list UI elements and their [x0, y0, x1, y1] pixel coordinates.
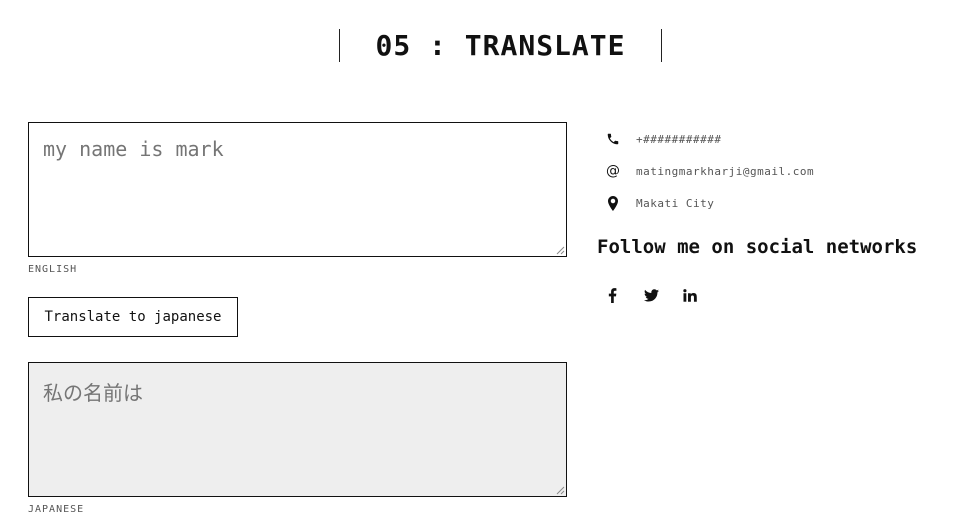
translate-button[interactable]: Translate to japanese [28, 297, 238, 337]
contact-location: Makati City [605, 194, 714, 212]
social-links [604, 286, 721, 304]
map-pin-icon [605, 195, 621, 211]
resize-handle-icon[interactable] [556, 246, 565, 255]
japanese-label: JAPANESE [28, 504, 85, 515]
phone-text: +########### [636, 132, 722, 146]
english-label: ENGLISH [28, 264, 78, 275]
page-title: 05 : TRANSLATE [375, 29, 626, 62]
english-textarea-box [28, 122, 567, 257]
social-heading: Follow me on social networks [597, 236, 918, 258]
japanese-output[interactable] [29, 363, 566, 496]
at-icon: @ [606, 163, 620, 179]
resize-handle-icon[interactable] [556, 486, 565, 495]
location-text: Makati City [636, 196, 715, 210]
contact-phone: +########### [605, 130, 721, 148]
page-title-frame: 05 : TRANSLATE [339, 29, 662, 62]
twitter-icon[interactable] [643, 286, 659, 304]
linkedin-icon[interactable] [682, 286, 698, 304]
facebook-icon[interactable] [604, 286, 620, 304]
contact-email: @ matingmarkharji@gmail.com [605, 162, 814, 180]
english-input[interactable] [29, 123, 566, 256]
phone-icon [605, 131, 621, 147]
japanese-textarea-box [28, 362, 567, 497]
email-text: matingmarkharji@gmail.com [636, 164, 815, 178]
